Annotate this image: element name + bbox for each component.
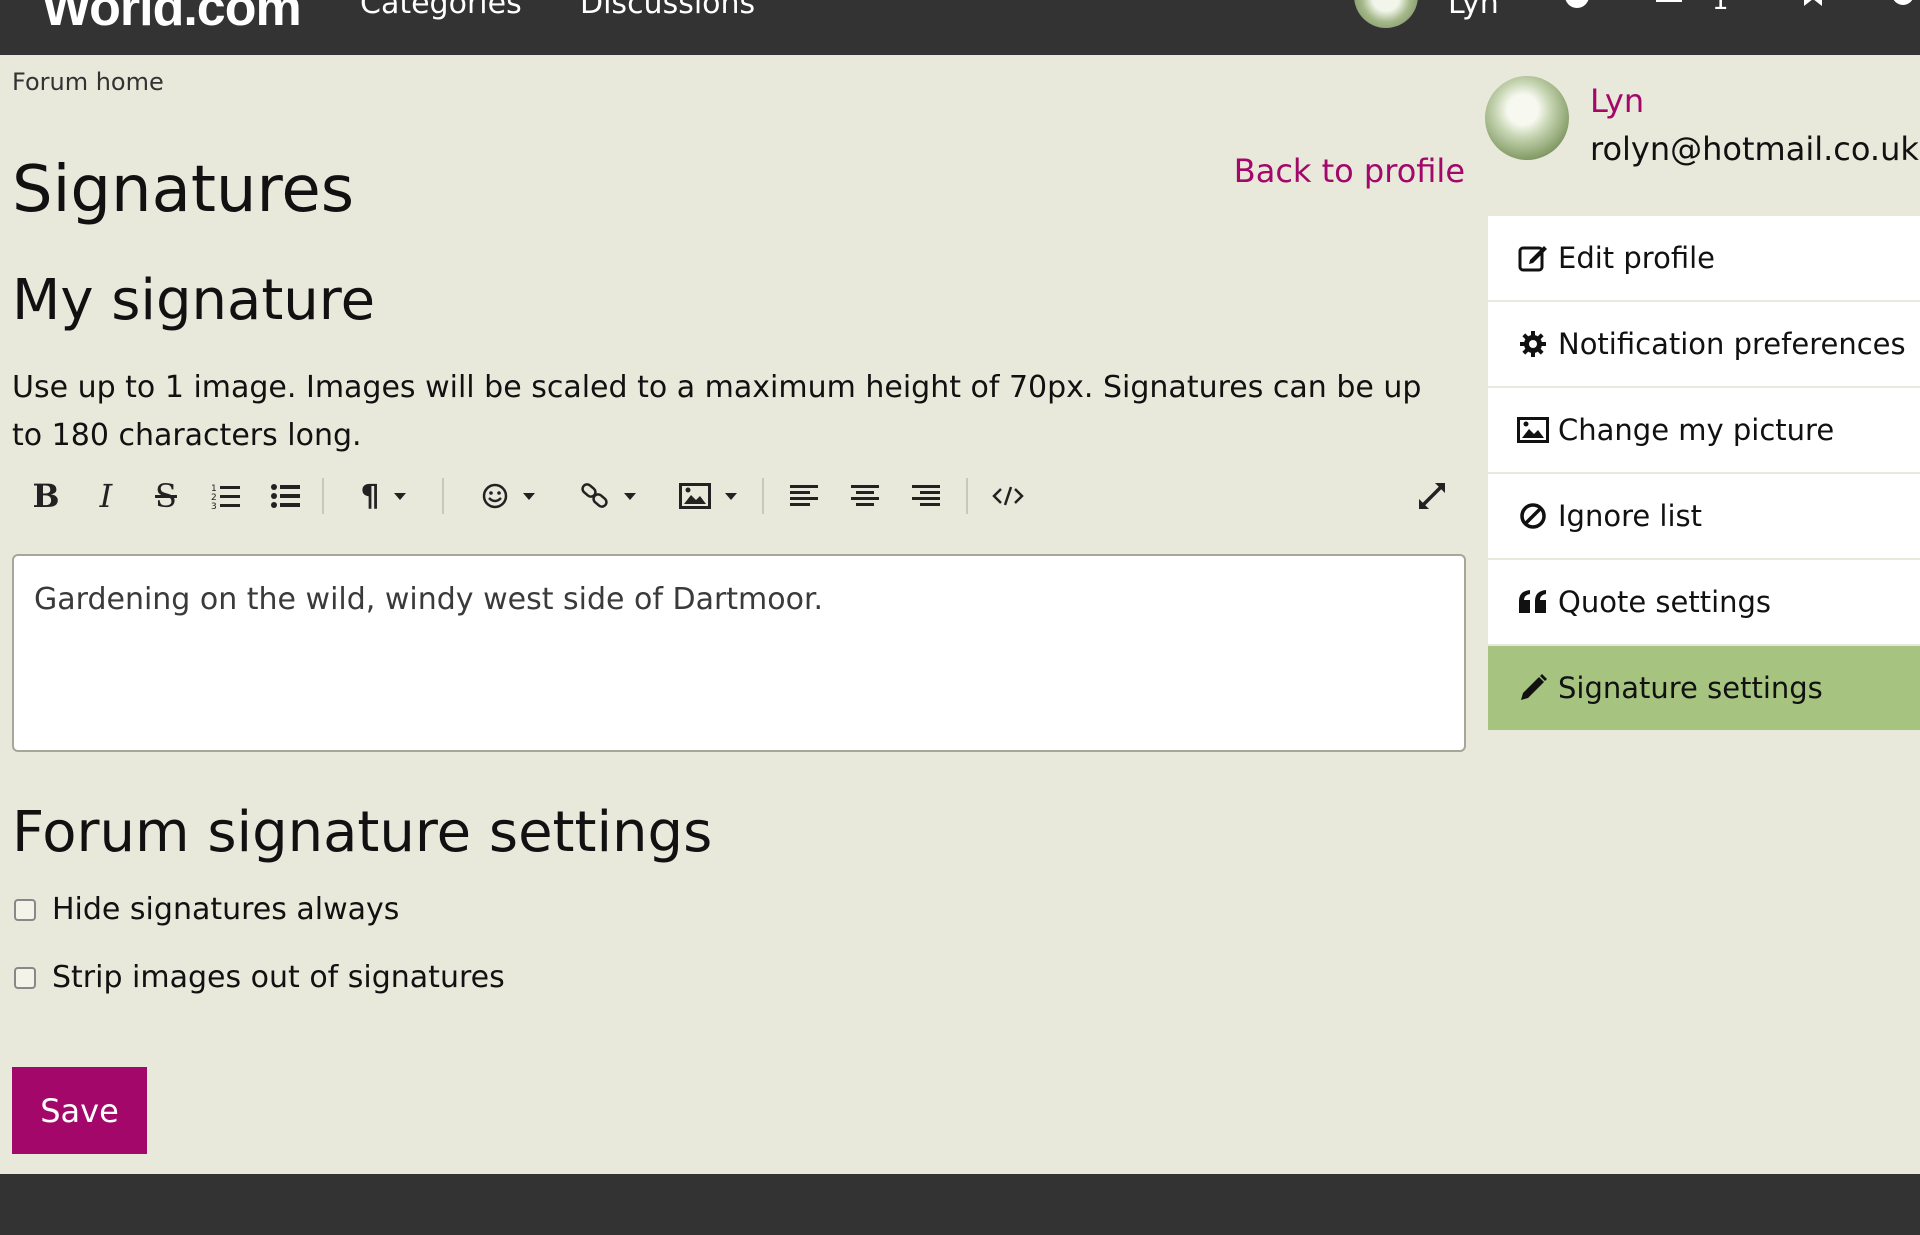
sidebar-item-signature-settings[interactable]: Signature settings [1488, 646, 1920, 732]
signature-text: Gardening on the wild, windy west side o… [34, 582, 824, 617]
align-right-icon[interactable] [906, 474, 946, 518]
edit-icon [1516, 243, 1550, 273]
emoji-icon[interactable] [468, 474, 548, 518]
profile-avatar[interactable] [1485, 76, 1569, 160]
strip-images-option[interactable]: Strip images out of signatures [14, 960, 505, 995]
globe-icon[interactable] [1562, 0, 1592, 14]
nav-categories[interactable]: Categories [360, 0, 522, 22]
expand-icon[interactable] [1412, 474, 1452, 518]
sidebar-item-label: Quote settings [1558, 585, 1772, 619]
align-center-icon[interactable] [845, 474, 885, 518]
sidebar-item-ignore-list[interactable]: Ignore list [1488, 474, 1920, 560]
italic-icon[interactable]: I [86, 474, 126, 518]
hide-signatures-label: Hide signatures always [52, 892, 400, 927]
ban-icon [1516, 501, 1550, 531]
save-button[interactable]: Save [12, 1067, 147, 1154]
signature-editor[interactable]: Gardening on the wild, windy west side o… [12, 554, 1466, 752]
top-user-name[interactable]: Lyn [1448, 0, 1499, 22]
paragraph-icon[interactable]: ¶ [348, 474, 418, 518]
svg-text:3: 3 [211, 502, 217, 510]
sidebar-item-label: Ignore list [1558, 499, 1703, 533]
align-left-icon[interactable] [784, 474, 824, 518]
image-icon[interactable] [668, 474, 748, 518]
pencil-icon [1516, 673, 1550, 703]
inbox-count: 1 [1712, 0, 1729, 16]
inbox-icon[interactable]: 1 [1654, 0, 1729, 16]
my-signature-heading: My signature [12, 268, 376, 333]
page-footer [0, 1174, 1920, 1235]
ordered-list-icon[interactable]: 123 [206, 474, 246, 518]
sidebar-item-label: Edit profile [1558, 241, 1715, 275]
profile-name[interactable]: Lyn [1590, 82, 1644, 120]
bold-icon[interactable]: B [26, 474, 66, 518]
hide-signatures-option[interactable]: Hide signatures always [14, 892, 399, 927]
link-icon[interactable] [568, 474, 648, 518]
picture-icon [1516, 415, 1550, 445]
nav-discussions[interactable]: Discussions [580, 0, 755, 22]
bookmark-icon[interactable] [1798, 0, 1828, 14]
sidebar-item-label: Notification preferences [1558, 327, 1906, 361]
sidebar-item-label: Signature settings [1558, 671, 1823, 705]
strip-images-checkbox[interactable] [14, 966, 36, 989]
strikethrough-icon[interactable]: S [146, 474, 186, 518]
top-navigation-bar: World.com Categories Discussions Lyn 1 [0, 0, 1920, 55]
profile-sidebar-menu: Edit profile Notification preferences Ch… [1488, 216, 1920, 732]
back-to-profile-link[interactable]: Back to profile [1234, 152, 1465, 190]
gear-icon [1516, 329, 1550, 359]
sidebar-item-change-picture[interactable]: Change my picture [1488, 388, 1920, 474]
forum-signature-settings-heading: Forum signature settings [12, 800, 713, 865]
page-title: Signatures [12, 153, 355, 227]
profile-email: rolyn@hotmail.co.uk [1590, 130, 1919, 168]
sidebar-item-label: Change my picture [1558, 413, 1835, 447]
bullet-list-icon[interactable] [266, 474, 306, 518]
sidebar-item-quote-settings[interactable]: Quote settings [1488, 560, 1920, 646]
code-icon[interactable] [986, 474, 1030, 518]
breadcrumb-forum-home[interactable]: Forum home [12, 68, 164, 96]
sidebar-item-notification-preferences[interactable]: Notification preferences [1488, 302, 1920, 388]
sidebar-item-edit-profile[interactable]: Edit profile [1488, 216, 1920, 302]
site-logo[interactable]: World.com [42, 0, 302, 38]
quote-icon [1516, 587, 1550, 617]
strip-images-label: Strip images out of signatures [52, 960, 505, 995]
hide-signatures-checkbox[interactable] [14, 898, 36, 921]
gear-icon[interactable] [1888, 0, 1918, 14]
signature-description: Use up to 1 image. Images will be scaled… [12, 370, 1422, 453]
user-avatar[interactable] [1354, 0, 1418, 28]
editor-toolbar: B I S 123 ¶ [12, 470, 1466, 524]
